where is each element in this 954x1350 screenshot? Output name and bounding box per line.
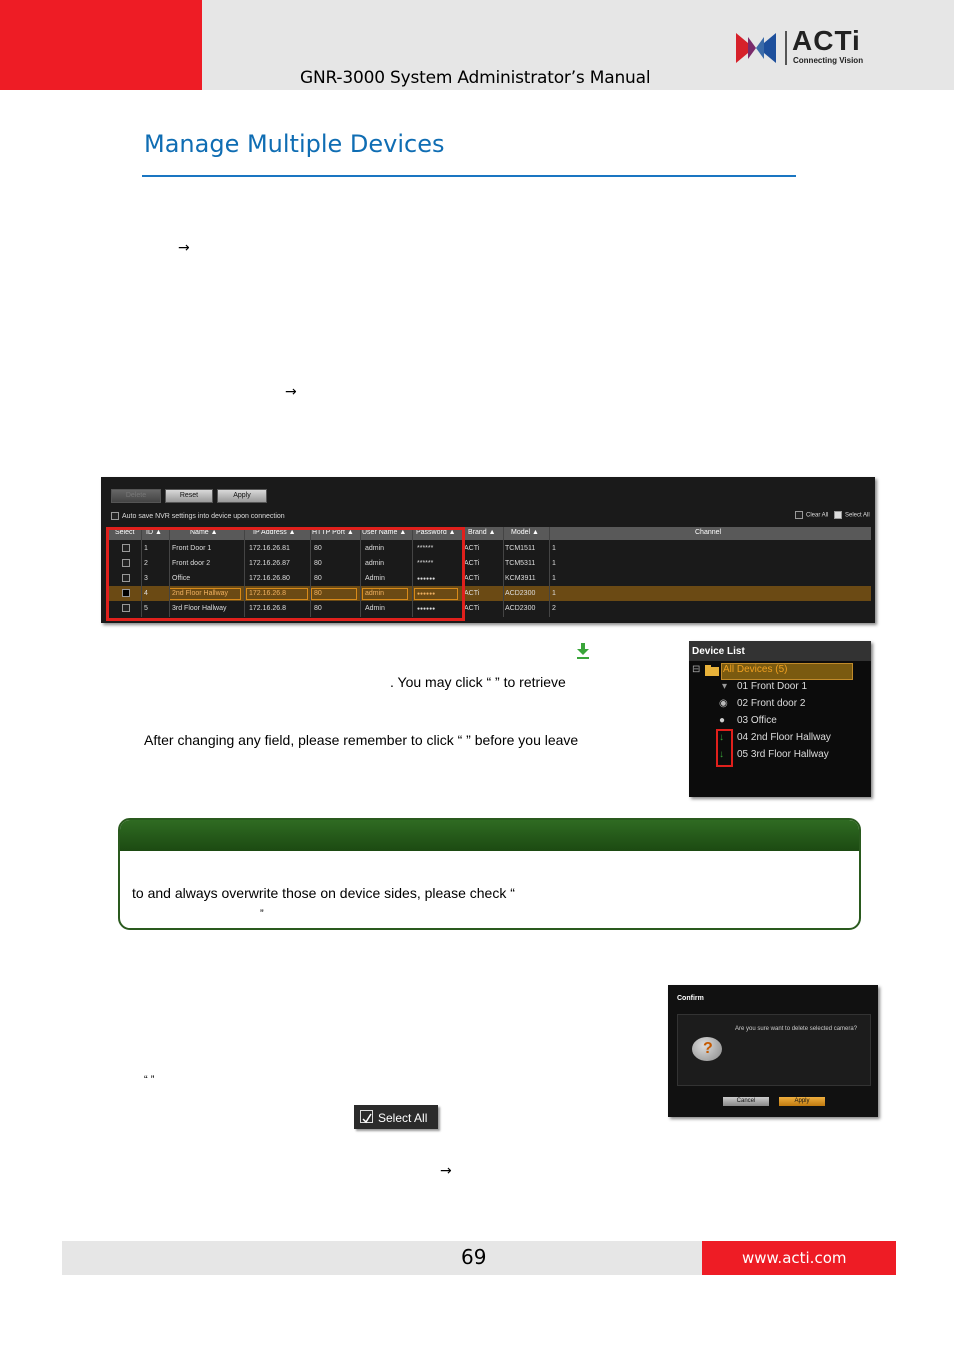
auto-save-option[interactable]: Auto save NVR settings into device upon … [111, 512, 285, 520]
cell-model: TCM5311 [505, 560, 536, 567]
column-divider [549, 527, 550, 617]
checkbox-icon[interactable] [795, 511, 803, 519]
device-list-panel: Device List ⊟ All Devices (5) ▾ 01 Front… [689, 641, 871, 797]
select-all-label: Select All [378, 1111, 428, 1125]
clear-all-option[interactable]: Clear All [795, 511, 828, 519]
arrow-icon: → [178, 240, 190, 256]
manual-title: GNR-3000 System Administrator’s Manual [300, 68, 651, 88]
section-divider [142, 175, 796, 177]
brand-name: ACTi [792, 25, 861, 56]
column-divider [503, 527, 504, 617]
cancel-button[interactable]: Cancel [723, 1097, 769, 1106]
cell-model: TCM1511 [505, 545, 536, 552]
select-all-option[interactable]: Select All [834, 511, 870, 519]
cell-brand: ACTi [464, 545, 480, 552]
device-item[interactable]: 04 2nd Floor Hallway [737, 732, 831, 743]
delete-button[interactable]: Delete [111, 489, 161, 503]
page-number: 69 [461, 1245, 487, 1269]
instruction-text: After changing any field, please remembe… [144, 732, 579, 748]
device-item[interactable]: 02 Front door 2 [737, 698, 805, 709]
highlight-box [106, 527, 465, 621]
note-text: ” [260, 908, 264, 920]
cell-model: ACD2300 [505, 605, 536, 612]
brand-tagline: Connecting Vision [793, 56, 864, 65]
dome-camera-icon: ● [719, 715, 726, 726]
arrow-icon: → [440, 1163, 452, 1179]
checkbox-checked-icon [360, 1110, 373, 1124]
cell-channel: 1 [552, 575, 556, 582]
arrow-icon: → [285, 384, 297, 400]
collapse-icon[interactable]: ⊟ [692, 664, 700, 675]
reset-button[interactable]: Reset [165, 489, 213, 503]
confirm-dialog: Confirm ? Are you sure want to delete se… [668, 985, 878, 1117]
download-icon [577, 643, 589, 659]
dialog-message: Are you sure want to delete selected cam… [735, 1026, 858, 1032]
footer-url[interactable]: www.acti.com [742, 1249, 847, 1267]
camera-icon: ▾ [722, 681, 728, 692]
cell-brand: ACTi [464, 590, 480, 597]
footer-band [62, 1241, 702, 1275]
col-model[interactable]: Model ▲ [511, 529, 539, 536]
checkbox-icon[interactable] [111, 512, 119, 520]
select-all-button[interactable]: Select All [354, 1105, 438, 1129]
cell-channel: 1 [552, 590, 556, 597]
dialog-title: Confirm [677, 995, 704, 1002]
highlight-box [716, 729, 733, 767]
col-channel[interactable]: Channel [695, 529, 721, 536]
device-list-header: Device List [689, 641, 871, 661]
checkbox-checked-icon[interactable] [834, 511, 842, 519]
quoted-label: “ ” [144, 1074, 155, 1086]
note-text: to and always overwrite those on device … [132, 885, 515, 901]
question-icon: ? [692, 1037, 722, 1061]
note-header-bar [120, 820, 859, 851]
cell-brand: ACTi [464, 560, 480, 567]
cell-model: KCM3911 [505, 575, 536, 582]
cell-channel: 1 [552, 545, 556, 552]
cell-brand: ACTi [464, 575, 480, 582]
header-red-block [0, 0, 202, 90]
dialog-body: ? Are you sure want to delete selected c… [677, 1014, 871, 1086]
device-item[interactable]: 01 Front Door 1 [737, 681, 807, 692]
note-box: to and always overwrite those on device … [118, 818, 861, 930]
cell-channel: 1 [552, 560, 556, 567]
apply-button[interactable]: Apply [779, 1097, 825, 1106]
cell-brand: ACTi [464, 605, 480, 612]
folder-icon [705, 665, 719, 676]
instruction-text: . You may click “ ” to retrieve [390, 674, 566, 690]
col-brand[interactable]: Brand ▲ [468, 529, 496, 536]
camera-icon: ◉ [719, 698, 728, 709]
apply-button[interactable]: Apply [217, 489, 267, 503]
device-item[interactable]: 03 Office [737, 715, 777, 726]
acti-logo-icon [736, 33, 776, 63]
device-item[interactable]: 05 3rd Floor Hallway [737, 749, 829, 760]
all-devices-label[interactable]: All Devices (5) [723, 664, 787, 675]
device-list-title: Device List [692, 646, 745, 657]
cell-model: ACD2300 [505, 590, 536, 597]
section-title: Manage Multiple Devices [144, 130, 445, 158]
logo-divider [785, 31, 787, 65]
cell-channel: 2 [552, 605, 556, 612]
